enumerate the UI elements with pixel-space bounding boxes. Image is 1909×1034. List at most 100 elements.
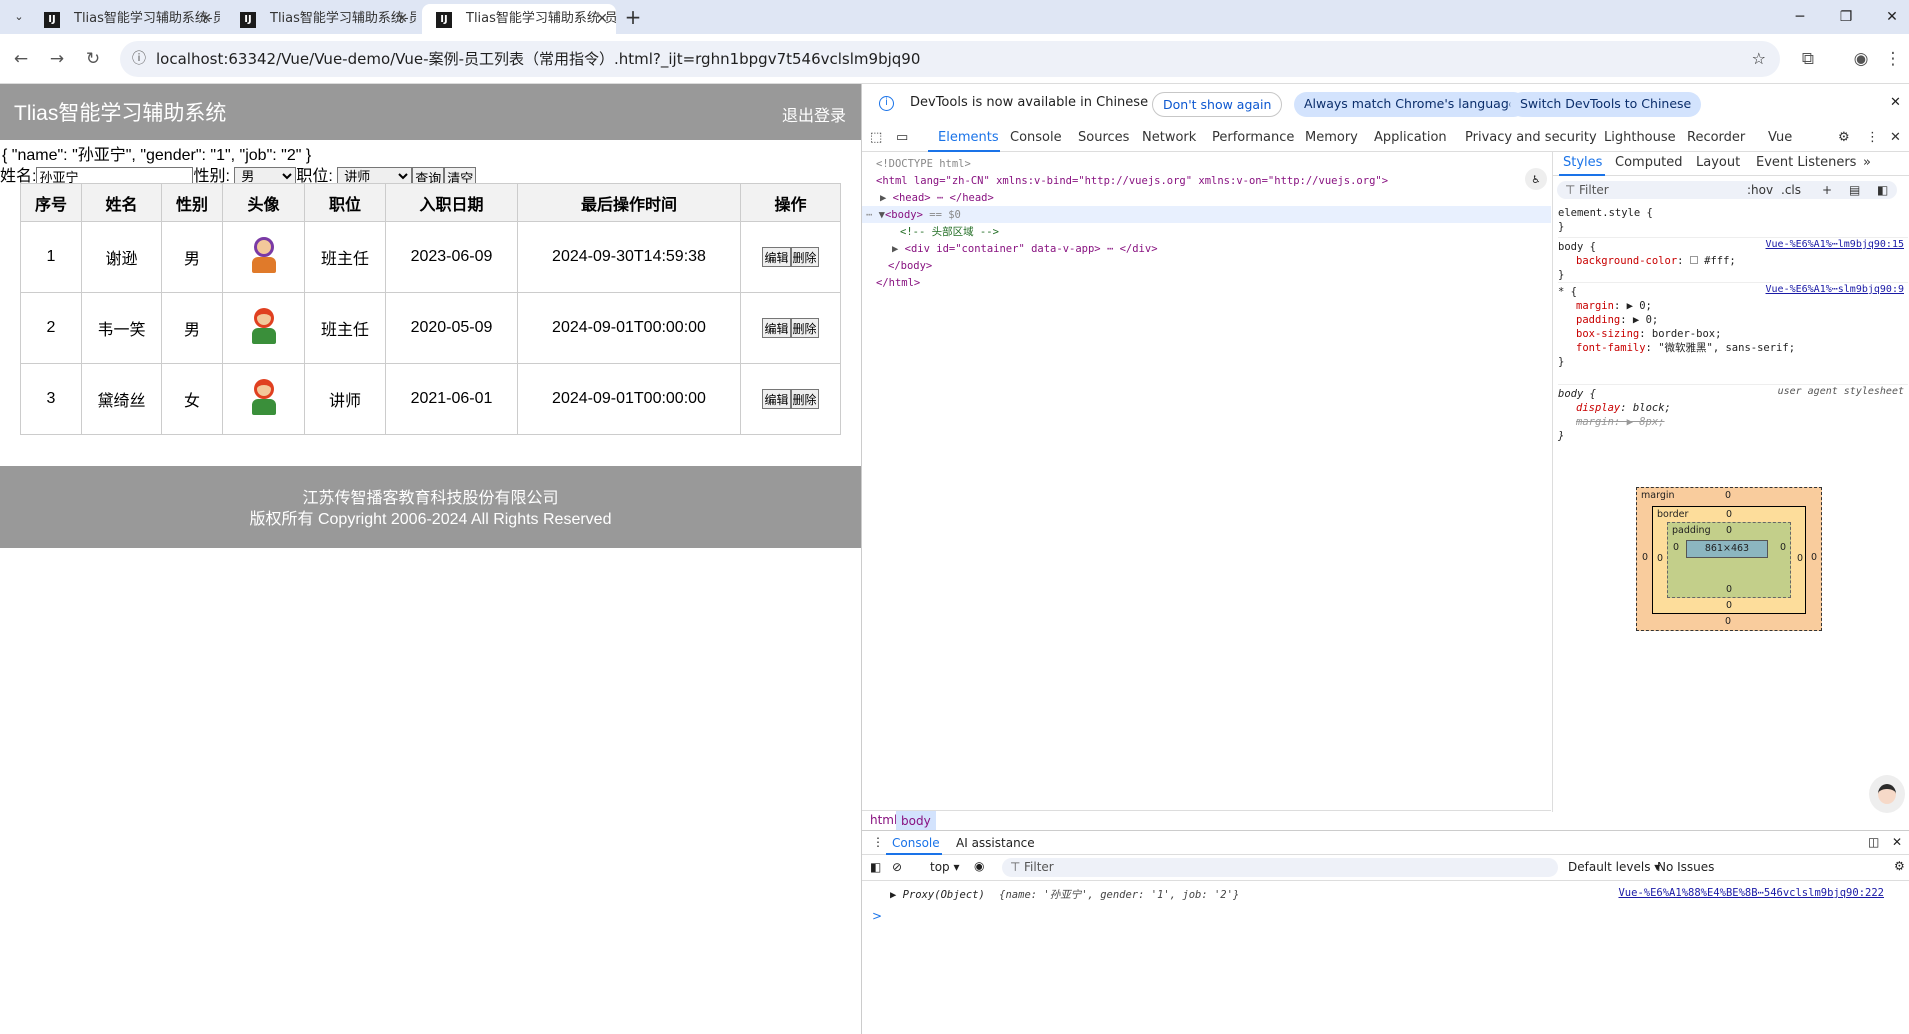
new-tab-button[interactable]: + — [620, 4, 646, 30]
cls-button[interactable]: .cls — [1781, 181, 1801, 199]
box-content[interactable]: 861×463 — [1686, 540, 1768, 558]
minimize-icon[interactable]: ─ — [1777, 0, 1823, 34]
edit-button[interactable]: 编辑 — [762, 247, 791, 267]
close-window-icon[interactable]: ✕ — [1869, 0, 1909, 34]
delete-button[interactable]: 删除 — [790, 247, 819, 267]
delete-button[interactable]: 删除 — [790, 318, 819, 338]
paint-icon[interactable]: ▤ — [1849, 181, 1860, 199]
extensions-icon[interactable]: ⧉ — [1795, 46, 1821, 72]
expand-triangle-icon[interactable]: ▶ — [880, 192, 886, 204]
close-notice-icon[interactable]: ✕ — [1890, 95, 1901, 110]
console-sidebar-icon[interactable]: ◧ — [870, 860, 881, 874]
browser-tab-3[interactable]: IJ Tlias智能学习辅助系统-员工列表 ✕ — [422, 4, 616, 34]
tab-lighthouse[interactable]: Lighthouse — [1604, 130, 1676, 145]
breadcrumb-html[interactable]: html — [870, 813, 897, 827]
device-toolbar-icon[interactable]: ▭ — [896, 130, 908, 145]
tab-sources[interactable]: Sources — [1078, 130, 1129, 145]
console-log-entry[interactable]: ▶ Proxy(Object) {name: '孙亚宁', gender: '1… — [890, 887, 1900, 905]
live-expression-eye-icon[interactable]: ◉ — [974, 859, 984, 873]
ai-assistant-avatar[interactable] — [1869, 775, 1905, 813]
menu-kebab-icon[interactable]: ⋮ — [1880, 46, 1906, 72]
inspect-element-icon[interactable]: ⬚ — [870, 130, 882, 145]
close-devtools-icon[interactable]: ✕ — [1890, 130, 1901, 145]
console-prompt[interactable]: > — [872, 909, 882, 923]
breadcrumb-body[interactable]: body — [896, 811, 936, 831]
tab-search-button[interactable]: ⌄ — [8, 7, 30, 27]
switch-to-chinese-button[interactable]: Switch DevTools to Chinese — [1510, 92, 1702, 117]
style-property[interactable]: background-color: #fff; — [1558, 254, 1908, 268]
dom-comment[interactable]: <!-- 头部区域 --> — [900, 224, 999, 241]
close-drawer-icon[interactable]: ✕ — [1892, 835, 1902, 849]
console-settings-gear-icon[interactable]: ⚙ — [1894, 859, 1905, 873]
style-property[interactable]: padding: ▶ 0; — [1558, 313, 1908, 327]
always-match-language-button[interactable]: Always match Chrome's language — [1294, 92, 1527, 117]
dom-html-open[interactable]: <html lang="zh-CN" xmlns:v-bind="http://… — [876, 173, 1388, 190]
log-levels-select[interactable]: Default levels ▾ — [1568, 860, 1660, 874]
tab-computed[interactable]: Computed — [1615, 156, 1683, 170]
tab-application[interactable]: Application — [1374, 130, 1447, 145]
delete-button[interactable]: 删除 — [790, 389, 819, 409]
forward-icon[interactable]: → — [44, 46, 70, 72]
logout-link[interactable]: 退出登录 — [782, 102, 846, 126]
rule-source-link[interactable]: Vue-%E6%A1%⋯lm9bjq90:15 — [1766, 238, 1904, 252]
edit-button[interactable]: 编辑 — [762, 318, 791, 338]
dom-body-open[interactable]: ⋯ ▼<body> == $0 — [866, 207, 961, 224]
dom-head[interactable]: ▶ <head> ⋯ </head> — [880, 190, 994, 207]
expand-triangle-icon[interactable]: ▶ — [892, 243, 898, 255]
console-filter-input[interactable]: ⊤ Filter — [1002, 858, 1558, 877]
dom-container-div[interactable]: ▶ <div id="container" data-v-app> ⋯ </di… — [892, 241, 1158, 258]
accessibility-icon[interactable]: ♿ — [1525, 168, 1547, 190]
url-field[interactable]: ⓘ localhost:63342/Vue/Vue-demo/Vue-案例-员工… — [120, 41, 1780, 77]
site-info-icon[interactable]: ⓘ — [132, 41, 146, 77]
browser-tab-1[interactable]: IJ Tlias智能学习辅助系统-员工列表 ✕ — [30, 4, 220, 34]
tab-styles[interactable]: Styles — [1563, 156, 1602, 170]
more-tabs-icon[interactable]: » — [1863, 156, 1871, 170]
dom-doctype[interactable]: <!DOCTYPE html> — [876, 156, 971, 173]
tab-privacy-security[interactable]: Privacy and security — [1465, 130, 1597, 145]
profile-icon[interactable]: ◉ — [1848, 46, 1874, 72]
style-property[interactable]: box-sizing: border-box; — [1558, 327, 1908, 341]
drawer-menu-icon[interactable]: ⋮ — [872, 835, 884, 849]
style-property-overridden[interactable]: margin: ▶ 8px; — [1558, 415, 1908, 429]
close-tab-icon[interactable]: ✕ — [396, 4, 408, 34]
dock-icon[interactable]: ◫ — [1868, 835, 1879, 849]
issues-counter[interactable]: No Issues — [1657, 860, 1714, 874]
tab-performance[interactable]: Performance — [1212, 130, 1294, 145]
tab-vue[interactable]: Vue — [1768, 130, 1792, 145]
drawer-tab-console[interactable]: Console — [892, 836, 940, 850]
drawer-tab-ai-assistance[interactable]: AI assistance — [956, 836, 1035, 850]
settings-gear-icon[interactable]: ⚙ — [1838, 130, 1850, 145]
color-swatch-icon[interactable] — [1689, 256, 1698, 264]
rule-selector[interactable]: element.style { — [1558, 206, 1908, 220]
dont-show-again-button[interactable]: Don't show again — [1152, 92, 1283, 117]
style-property[interactable]: margin: ▶ 0; — [1558, 299, 1908, 313]
tab-event-listeners[interactable]: Event Listeners — [1756, 156, 1856, 170]
bookmark-star-icon[interactable]: ☆ — [1752, 41, 1766, 77]
hov-button[interactable]: :hov — [1747, 181, 1773, 199]
tab-memory[interactable]: Memory — [1305, 130, 1358, 145]
reload-icon[interactable]: ↻ — [80, 46, 106, 72]
back-icon[interactable]: ← — [8, 46, 34, 72]
edit-button[interactable]: 编辑 — [762, 389, 791, 409]
rule-source-link[interactable]: Vue-%E6%A1%⋯slm9bjq90:9 — [1766, 283, 1904, 297]
styles-filter-input[interactable]: ⊤ Filter :hov .cls + ▤ ◧ — [1557, 181, 1897, 199]
context-select[interactable]: top ▾ — [930, 860, 960, 874]
tab-elements[interactable]: Elements — [938, 130, 999, 145]
more-options-icon[interactable]: ⋮ — [1866, 130, 1879, 145]
browser-tab-2[interactable]: IJ Tlias智能学习辅助系统-员工列表 ✕ — [226, 4, 416, 34]
sidebar-toggle-icon[interactable]: ◧ — [1877, 181, 1888, 199]
log-source-link[interactable]: Vue-%E6%A1%88%E4%BE%8B⋯546vclslm9bjq90:2… — [1618, 887, 1884, 899]
tab-network[interactable]: Network — [1142, 130, 1196, 145]
restore-icon[interactable]: ❐ — [1823, 0, 1869, 34]
close-tab-icon[interactable]: ✕ — [200, 4, 212, 34]
clear-console-icon[interactable]: ⊘ — [892, 860, 902, 874]
tab-console[interactable]: Console — [1010, 130, 1062, 145]
style-property[interactable]: display: block; — [1558, 401, 1908, 415]
dom-body-close[interactable]: </body> — [888, 258, 932, 275]
close-tab-icon[interactable]: ✕ — [596, 4, 608, 34]
tab-recorder[interactable]: Recorder — [1687, 130, 1745, 145]
new-rule-icon[interactable]: + — [1822, 181, 1832, 199]
dom-html-close[interactable]: </html> — [876, 275, 920, 292]
tab-layout[interactable]: Layout — [1696, 156, 1740, 170]
style-property[interactable]: font-family: "微软雅黑", sans-serif; — [1558, 341, 1908, 355]
